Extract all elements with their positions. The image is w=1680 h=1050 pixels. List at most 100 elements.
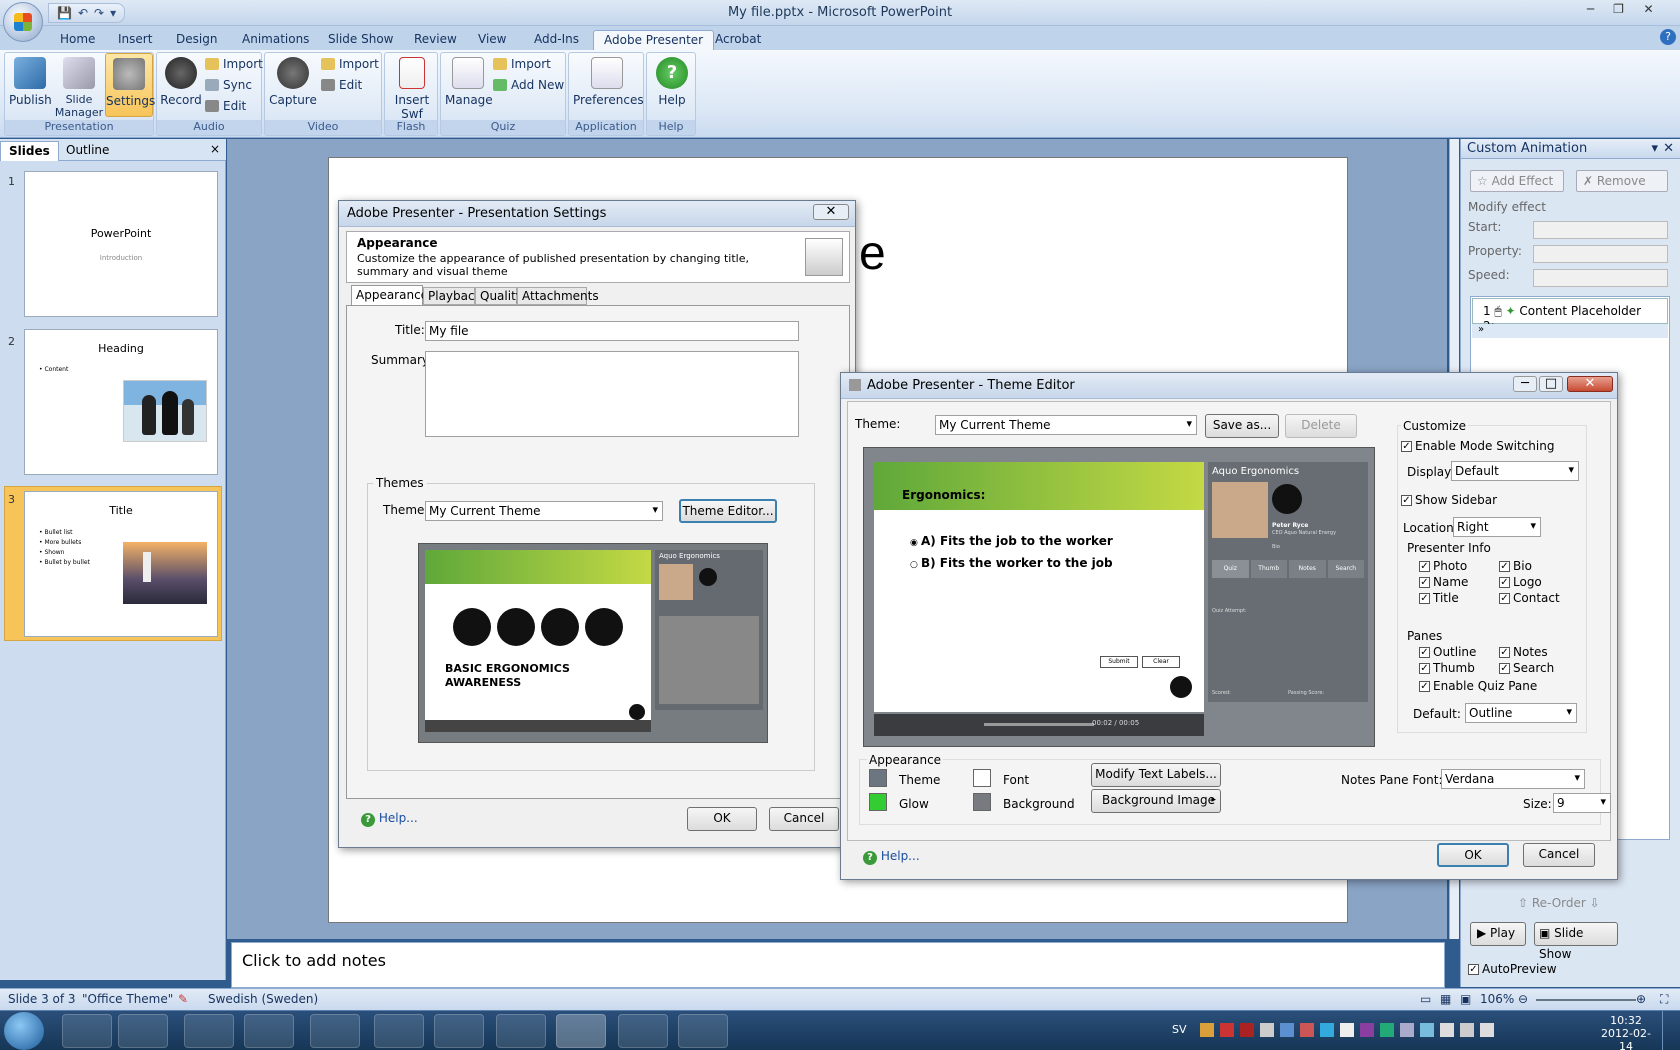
ok-button[interactable]: OK xyxy=(687,807,757,831)
property-select[interactable] xyxy=(1533,245,1668,263)
close-pane-icon[interactable]: ✕ xyxy=(1663,141,1674,156)
glow-color-swatch[interactable] xyxy=(869,793,887,811)
slide-thumbnail-3[interactable]: Title • Bullet list • More bullets • Sho… xyxy=(24,491,218,637)
bio-checkbox[interactable]: ✓ Bio xyxy=(1499,559,1532,573)
normal-view-icon[interactable]: ▭ xyxy=(1420,992,1431,1006)
tab-slides[interactable]: Slides xyxy=(0,141,59,161)
ok-button[interactable]: OK xyxy=(1437,843,1509,867)
office-button[interactable] xyxy=(3,2,43,42)
clock[interactable]: 10:32 2012-02-14 xyxy=(1596,1014,1656,1050)
add-effect-button[interactable]: ☆ Add Effect xyxy=(1470,170,1564,192)
background-color-swatch[interactable] xyxy=(973,793,991,811)
audio-sync-button[interactable]: Sync xyxy=(205,78,252,92)
save-as-button[interactable]: Save as... xyxy=(1205,414,1279,438)
capture-button[interactable]: Capture xyxy=(269,57,317,107)
enable-quiz-pane-checkbox[interactable]: ✓ Enable Quiz Pane xyxy=(1419,679,1537,693)
animation-list-item[interactable]: 1 🖱 ✦ Content Placeholder 2:... xyxy=(1472,298,1668,333)
slide-thumbnail-1[interactable]: PowerPoint Introduction xyxy=(24,171,218,317)
slideshow-view-icon[interactable]: ▣ xyxy=(1460,992,1471,1006)
redo-icon[interactable]: ↷ xyxy=(94,6,104,20)
help-link[interactable]: ? Help... xyxy=(863,849,920,865)
delete-button[interactable]: Delete xyxy=(1285,414,1357,438)
thumb-checkbox[interactable]: ✓ Thumb xyxy=(1419,661,1475,675)
photo-checkbox[interactable]: ✓ Photo xyxy=(1419,559,1467,573)
play-button[interactable]: ▶ Play xyxy=(1470,922,1526,946)
ribbon-help-icon[interactable]: ? xyxy=(1660,29,1676,45)
enable-mode-switching-checkbox[interactable]: ✓ Enable Mode Switching xyxy=(1401,439,1554,453)
tray-icon[interactable] xyxy=(1200,1023,1214,1037)
acrobat-icon[interactable] xyxy=(678,1014,728,1048)
speed-select[interactable] xyxy=(1533,269,1668,287)
quiz-import-button[interactable]: Import xyxy=(493,57,551,71)
media-player-icon[interactable] xyxy=(618,1014,668,1048)
tab-adobe-presenter[interactable]: Adobe Presenter xyxy=(593,30,715,50)
settings-button[interactable]: Settings xyxy=(105,53,155,117)
tray-icon[interactable] xyxy=(1420,1023,1434,1037)
maximize-icon[interactable]: ❐ xyxy=(1606,2,1631,20)
explorer-icon[interactable] xyxy=(374,1014,424,1048)
theme-editor-button[interactable]: Theme Editor... xyxy=(679,499,777,523)
outlook-icon[interactable] xyxy=(434,1014,484,1048)
tray-icon[interactable] xyxy=(1320,1023,1334,1037)
zoom-slider[interactable] xyxy=(1536,999,1636,1001)
maximize-icon[interactable]: □ xyxy=(1539,376,1563,392)
tray-icon[interactable] xyxy=(1240,1023,1254,1037)
cancel-button[interactable]: Cancel xyxy=(769,807,839,831)
tab-design[interactable]: Design xyxy=(166,30,227,50)
customize-qat-icon[interactable]: ▾ xyxy=(110,6,116,20)
undo-icon[interactable]: ↶ xyxy=(78,6,88,20)
notes-font-select[interactable]: Verdana xyxy=(1441,769,1585,789)
pane-dropdown-icon[interactable]: ▾ xyxy=(1651,141,1658,156)
tray-icon[interactable] xyxy=(1340,1023,1354,1037)
tab-quality[interactable]: Quality xyxy=(475,287,523,305)
slide-manager-button[interactable]: Slide Manager xyxy=(53,57,105,119)
slide-show-button[interactable]: ▣ Slide Show xyxy=(1534,922,1618,961)
help-link[interactable]: ? Help... xyxy=(361,811,418,827)
quiz-add-new-button[interactable]: Add New xyxy=(493,78,564,92)
title-checkbox[interactable]: ✓ Title xyxy=(1419,591,1459,605)
close-icon[interactable]: ✕ xyxy=(813,204,849,220)
start-button[interactable] xyxy=(4,1012,44,1050)
contacts-icon[interactable] xyxy=(244,1014,294,1048)
manage-button[interactable]: Manage xyxy=(445,57,493,107)
language-indicator[interactable]: SV xyxy=(1172,1023,1187,1036)
itunes-icon[interactable] xyxy=(310,1014,360,1048)
help-button[interactable]: ? Help xyxy=(651,57,693,107)
insert-swf-button[interactable]: Insert Swf xyxy=(389,57,435,121)
close-pane-icon[interactable]: × xyxy=(210,142,220,156)
search-checkbox[interactable]: ✓ Search xyxy=(1499,661,1554,675)
zoom-in-icon[interactable]: ⊕ xyxy=(1636,992,1646,1006)
tab-playback[interactable]: Playback xyxy=(423,287,482,305)
tab-outline[interactable]: Outline xyxy=(58,141,117,161)
spellcheck-icon[interactable]: ✎ xyxy=(178,992,188,1006)
word-icon[interactable] xyxy=(496,1014,546,1048)
modify-text-labels-button[interactable]: Modify Text Labels... xyxy=(1091,763,1221,787)
tray-icon[interactable] xyxy=(1280,1023,1294,1037)
default-pane-select[interactable]: Outline xyxy=(1465,703,1577,723)
summary-textarea[interactable] xyxy=(425,351,799,437)
notes-pane[interactable]: Click to add notes xyxy=(231,942,1445,988)
slide-sorter-icon[interactable]: ▦ xyxy=(1440,992,1451,1006)
tray-icon[interactable] xyxy=(1360,1023,1374,1037)
publish-button[interactable]: Publish xyxy=(9,57,52,107)
tab-view[interactable]: View xyxy=(468,30,516,50)
autopreview-checkbox[interactable]: ✓ AutoPreview xyxy=(1468,962,1557,976)
remove-button[interactable]: ✗ Remove xyxy=(1576,170,1668,192)
minimize-icon[interactable]: ─ xyxy=(1513,376,1537,392)
network-icon[interactable] xyxy=(1460,1023,1474,1037)
save-icon[interactable]: 💾 xyxy=(57,6,72,20)
tray-icon[interactable] xyxy=(1220,1023,1234,1037)
display-select[interactable]: Default xyxy=(1451,461,1579,481)
tab-appearance[interactable]: Appearance xyxy=(351,285,428,305)
close-icon[interactable]: ✕ xyxy=(1567,376,1613,392)
show-sidebar-checkbox[interactable]: ✓ Show Sidebar xyxy=(1401,493,1497,507)
title-input[interactable]: My file xyxy=(425,321,799,341)
close-icon[interactable]: ✕ xyxy=(1636,2,1661,20)
background-image-button[interactable]: Background Image ▸ xyxy=(1091,789,1221,813)
zoom-out-icon[interactable]: ⊖ xyxy=(1518,992,1528,1006)
video-edit-button[interactable]: Edit xyxy=(321,78,362,92)
firefox-icon[interactable] xyxy=(62,1014,112,1048)
tab-slide-show[interactable]: Slide Show xyxy=(318,30,403,50)
fit-window-icon[interactable]: ⛶ xyxy=(1660,992,1668,1007)
outline-checkbox[interactable]: ✓ Outline xyxy=(1419,645,1476,659)
